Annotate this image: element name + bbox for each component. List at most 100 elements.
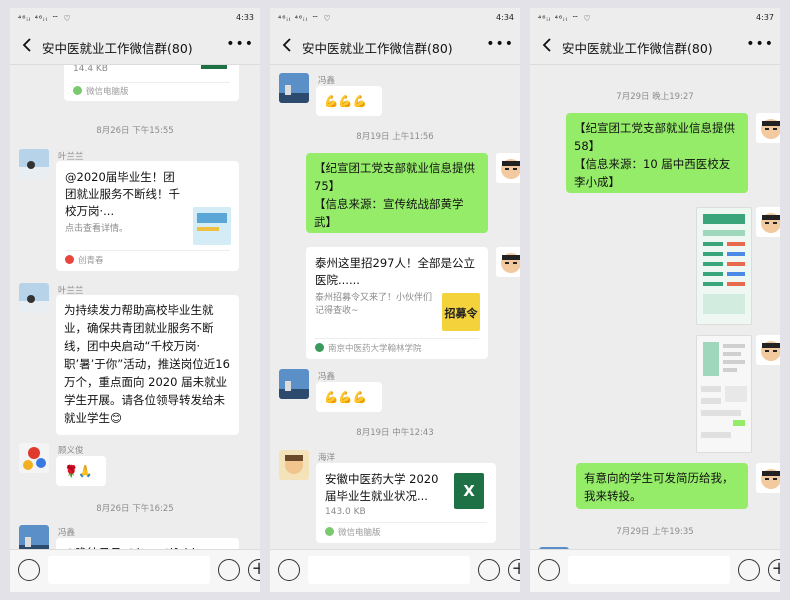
text-bubble[interactable]: 【纪宣团工党支部就业信息提供75】 【信息来源：宣传统战部黄学武】 [306, 153, 488, 233]
plus-icon[interactable]: + [768, 559, 780, 581]
input-bar: + [530, 549, 780, 592]
status-bar: ⁴⁶ᵢₗ ⁴⁶ᵢₗ ⌔ ♡ 4:37 [530, 8, 780, 28]
file-source: 微信电脑版 [86, 87, 129, 97]
timestamp: 8月26日 下午15:55 [96, 126, 174, 136]
message-list[interactable]: 14.4 KB 微信电脑版 8月26日 下午15:55 叶兰兰 @2020届毕业… [10, 65, 260, 550]
message-list[interactable]: 冯鑫 💪💪💪 8月19日 上午11:56 【纪宣团工党支部就业信息提供75】 【… [270, 65, 520, 550]
back-arrow-icon[interactable] [540, 37, 554, 53]
signal-indicators: ⁴⁶ᵢₗ ⁴⁶ᵢₗ ⌔ ♡ [18, 14, 72, 23]
input-bar: + [270, 549, 520, 592]
sender-name: 冯鑫 [318, 372, 336, 382]
emoji-icon[interactable] [478, 559, 500, 581]
signal-indicators: ⁴⁶ᵢₗ ⁴⁶ᵢₗ ⌔ ♡ [538, 14, 592, 23]
text-bubble[interactable]: 有意向的学生可发简历给我，我来转投。 [576, 463, 748, 509]
avatar[interactable] [496, 247, 520, 277]
message-input[interactable] [568, 556, 730, 584]
status-bar: ⁴⁶ᵢₗ ⁴⁶ᵢₗ ⌔ ♡ 4:34 [270, 8, 520, 28]
timestamp: 8月26日 下午16:25 [96, 504, 174, 514]
timestamp: 8月19日 中午12:43 [356, 428, 434, 438]
timestamp: 8月19日 上午11:56 [356, 132, 434, 142]
file-icon [201, 65, 227, 69]
text-bubble[interactable]: 【纪宣团工党支部就业信息提供58】 【信息来源：10 届中西医校友李小成】 [566, 113, 748, 193]
message-list[interactable]: 7月29日 晚上19:27 【纪宣团工党支部就业信息提供58】 【信息来源：10… [530, 65, 780, 550]
file-card[interactable]: 安徽中医药大学 2020 届毕业生就业状况... 143.0 KB X 微信电脑… [316, 463, 496, 543]
source-icon [315, 343, 324, 352]
message-input[interactable] [48, 556, 210, 584]
chat-title: 安中医就业工作微信群(80) [302, 41, 453, 56]
image-message[interactable] [696, 335, 752, 453]
image-message[interactable] [696, 207, 752, 325]
card-title: @2020届毕业生！团团就业服务不断线！千校万岗·... [65, 170, 180, 218]
voice-icon[interactable] [278, 559, 300, 581]
avatar[interactable] [279, 450, 309, 480]
text-bubble[interactable]: 为持续发力帮助高校毕业生就业，确保共青团就业服务不断线，团中央启动“千校万岗·职… [56, 295, 239, 435]
emoji-bubble[interactable]: 💪💪💪 [316, 382, 382, 412]
phone-screen-3: ⁴⁶ᵢₗ ⁴⁶ᵢₗ ⌔ ♡ 4:37 安中医就业工作微信群(80) ••• 7月… [530, 8, 780, 592]
signal-indicators: ⁴⁶ᵢₗ ⁴⁶ᵢₗ ⌔ ♡ [278, 14, 332, 23]
avatar[interactable] [756, 207, 780, 237]
avatar[interactable] [496, 153, 520, 183]
file-card[interactable]: 14.4 KB 微信电脑版 [64, 65, 239, 101]
sender-name: 冯鑫 [318, 76, 336, 86]
plus-icon[interactable]: + [508, 559, 520, 581]
excel-icon: X [454, 473, 484, 509]
timestamp: 7月29日 晚上19:27 [616, 92, 694, 102]
emoji-icon[interactable] [738, 559, 760, 581]
card-title: 泰州这里招297人！全部是公立医院...... [315, 256, 475, 287]
chat-title: 安中医就业工作微信群(80) [42, 41, 193, 56]
avatar[interactable] [756, 335, 780, 365]
status-time: 4:33 [236, 13, 254, 22]
status-time: 4:34 [496, 13, 514, 22]
message-input[interactable] [308, 556, 470, 584]
source-icon [65, 255, 74, 264]
sender-name: 冯鑫 [58, 528, 76, 538]
card-footer: 微信电脑版 [73, 82, 230, 101]
avatar[interactable] [756, 463, 780, 493]
sender-name: 顾义俊 [58, 446, 84, 456]
pc-wechat-icon [73, 86, 82, 95]
card-thumbnail [193, 207, 231, 245]
card-desc: 泰州招募令又来了！小伙伴们记得查收~ [315, 293, 433, 316]
avatar[interactable] [19, 443, 49, 473]
card-footer: 微信电脑版 [325, 522, 487, 543]
timestamp: 7月29日 上午19:35 [616, 527, 694, 537]
file-title: 安徽中医药大学 2020 届毕业生就业状况... [325, 472, 439, 503]
back-arrow-icon[interactable] [20, 37, 34, 53]
card-thumbnail: 招募令 [442, 293, 480, 331]
voice-icon[interactable] [18, 559, 40, 581]
chat-header: 安中医就业工作微信群(80) ••• [530, 28, 780, 65]
link-card[interactable]: @2020届毕业生！团团就业服务不断线！千校万岗·... 点击查看详情。 创青春 [56, 161, 239, 271]
card-footer: 创青春 [65, 250, 230, 271]
avatar[interactable] [279, 369, 309, 399]
avatar[interactable] [19, 525, 49, 550]
card-footer: 南京中医药大学翰林学院 [315, 338, 479, 359]
card-source: 创青春 [78, 256, 104, 266]
chat-header: 安中医就业工作微信群(80) ••• [10, 28, 260, 65]
emoji-bubble[interactable]: 🌹🙏 [56, 456, 106, 486]
status-bar: ⁴⁶ᵢₗ ⁴⁶ᵢₗ ⌔ ♡ 4:33 [10, 8, 260, 28]
phone-screen-2: ⁴⁶ᵢₗ ⁴⁶ᵢₗ ⌔ ♡ 4:34 安中医就业工作微信群(80) ••• 冯鑫… [270, 8, 520, 592]
chat-header: 安中医就业工作微信群(80) ••• [270, 28, 520, 65]
avatar[interactable] [19, 149, 49, 179]
more-icon[interactable]: ••• [226, 36, 254, 52]
emoji-bubble[interactable]: 💪💪💪 [316, 86, 382, 116]
more-icon[interactable]: ••• [746, 36, 774, 52]
voice-icon[interactable] [538, 559, 560, 581]
back-arrow-icon[interactable] [280, 37, 294, 53]
emoji-icon[interactable] [218, 559, 240, 581]
avatar[interactable] [756, 113, 780, 143]
phone-screen-1: ⁴⁶ᵢₗ ⁴⁶ᵢₗ ⌔ ♡ 4:33 安中医就业工作微信群(80) ••• 14… [10, 8, 260, 592]
status-time: 4:37 [756, 13, 774, 22]
input-bar: + [10, 549, 260, 592]
card-source: 南京中医药大学翰林学院 [328, 344, 422, 354]
avatar[interactable] [19, 283, 49, 313]
file-source: 微信电脑版 [338, 528, 381, 538]
plus-icon[interactable]: + [248, 559, 260, 581]
chat-title: 安中医就业工作微信群(80) [562, 41, 713, 56]
more-icon[interactable]: ••• [486, 36, 514, 52]
sender-name: 海洋 [318, 453, 336, 463]
thumbnail-text: 招募令 [444, 307, 478, 320]
link-card[interactable]: 泰州这里招297人！全部是公立医院...... 泰州招募令又来了！小伙伴们记得查… [306, 247, 488, 359]
avatar[interactable] [279, 73, 309, 103]
pc-wechat-icon [325, 527, 334, 536]
